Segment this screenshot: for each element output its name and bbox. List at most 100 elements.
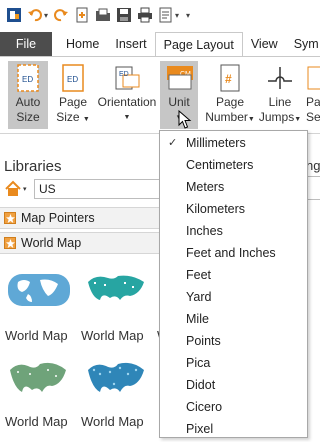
world-map-blue-icon (8, 274, 70, 306)
unit-menu-item-label: Cicero (186, 400, 223, 414)
orientation-button[interactable]: ED Orientation ▼ (96, 61, 158, 129)
partial-ribbon-button[interactable]: Pa Se (306, 61, 320, 129)
ribbon-tabs: File Home Insert Page Layout View Sym (0, 32, 320, 56)
page-number-caret-icon: ▼ (247, 116, 255, 123)
world-map-label-5: World Map (81, 414, 144, 429)
unit-menu-item-label: Didot (186, 378, 216, 392)
tab-page-layout[interactable]: Page Layout (154, 32, 243, 56)
partial-ribbon-icon (306, 63, 320, 93)
print-icon[interactable] (137, 7, 153, 23)
checkmark-icon: ✓ (168, 137, 178, 149)
unit-menu-item-label: Pixel (186, 422, 214, 436)
export-icon[interactable] (158, 7, 174, 23)
page-size-icon-text: ED (67, 75, 78, 84)
world-map-label-4: World Map (5, 414, 68, 429)
unit-menu-item-cicero[interactable]: Cicero (160, 396, 307, 418)
tab-symbol[interactable]: Sym (286, 32, 319, 56)
unit-menu-item-pica[interactable]: Pica (160, 352, 307, 374)
world-map-shape-1[interactable] (6, 270, 78, 330)
unit-menu-item-label: Mile (186, 312, 209, 326)
right-panel-label-partial: ng (306, 158, 320, 173)
tab-view[interactable]: View (243, 32, 286, 56)
world-map-label-2: World Map (81, 328, 144, 343)
world-map-label-1: World Map (5, 328, 68, 343)
unit-menu-item-didot[interactable]: Didot (160, 374, 307, 396)
unit-dropdown-menu: ✓ Millimeters Centimeters Meters Kilometers I… (159, 130, 308, 438)
partial-ribbon-label-1: Pa (306, 95, 320, 109)
unit-menu-item-feet[interactable]: Feet (160, 264, 307, 286)
page-size-caret-icon: ▼ (82, 116, 90, 123)
unit-menu-item-meters[interactable]: Meters (160, 176, 307, 198)
ruler-icon: CM (165, 63, 193, 93)
library-home-button[interactable]: ▾ (4, 178, 27, 200)
line-jumps-icon (266, 63, 294, 93)
tab-file[interactable]: File (0, 32, 52, 56)
unit-menu-item-label: Inches (186, 224, 223, 238)
unit-menu-item-mile[interactable]: Mile (160, 308, 307, 330)
page-number-button[interactable]: # Page Number▼ (205, 61, 255, 129)
unit-menu-item-label: Kilometers (186, 202, 246, 216)
ribbon-panel: ED Auto Size ED Page Size ▼ ED Orientati… (0, 56, 320, 134)
page-number-label-1: Page (215, 95, 245, 109)
line-jumps-label-1: Line (268, 95, 292, 109)
library-row-world-map[interactable]: World Map (0, 232, 160, 254)
customize-toolbar-icon[interactable]: ▾ (186, 11, 190, 20)
tab-home[interactable]: Home (58, 32, 107, 56)
world-map-dotted-icon (88, 362, 144, 392)
redo-icon[interactable] (53, 7, 69, 23)
unit-menu-item-kilometers[interactable]: Kilometers (160, 198, 307, 220)
unit-label: Unit (168, 95, 190, 109)
save-icon[interactable] (116, 7, 132, 23)
world-map-green-icon (10, 362, 66, 392)
orientation-label: Orientation (97, 95, 157, 109)
undo-dropdown-icon[interactable]: ▾ (44, 11, 48, 20)
orientation-caret-icon: ▼ (123, 114, 131, 121)
export-dropdown-icon[interactable]: ▾ (175, 11, 179, 20)
line-jumps-caret-icon: ▼ (294, 116, 302, 123)
library-row-label: World Map (21, 236, 82, 250)
unit-menu-item-pixel[interactable]: Pixel (160, 418, 307, 440)
world-map-shape-4[interactable] (84, 356, 156, 416)
unit-menu-item-label: Yard (186, 290, 212, 304)
unit-menu-item-points[interactable]: Points (160, 330, 307, 352)
auto-size-button[interactable]: ED Auto Size (8, 61, 48, 129)
page-number-icon-text: # (225, 72, 232, 86)
open-folder-icon[interactable] (95, 7, 111, 23)
quick-access-toolbar: ▾ ▾ ▾ (0, 0, 320, 30)
page-number-label-2: Number▼ (205, 110, 255, 124)
page-size-label-2: Size ▼ (56, 110, 90, 124)
app-logo-icon (6, 7, 22, 23)
line-jumps-button[interactable]: Line Jumps▼ (258, 61, 302, 129)
page-size-icon: ED (59, 63, 87, 93)
unit-menu-item-label: Pica (186, 356, 211, 370)
world-map-shape-3[interactable] (6, 356, 78, 416)
auto-size-icon: ED (14, 63, 42, 93)
star-icon[interactable] (4, 237, 16, 249)
unit-menu-item-label: Feet and Inches (186, 246, 276, 260)
line-jumps-label-2: Jumps▼ (258, 110, 302, 124)
libraries-title: Libraries (4, 158, 62, 175)
home-dropdown-icon[interactable]: ▾ (23, 185, 27, 193)
undo-icon[interactable] (27, 7, 43, 23)
unit-menu-item-yard[interactable]: Yard (160, 286, 307, 308)
library-search-input[interactable]: US (34, 179, 160, 199)
mouse-cursor-icon (178, 110, 192, 129)
unit-menu-item-centimeters[interactable]: Centimeters (160, 154, 307, 176)
home-icon[interactable] (4, 180, 22, 198)
auto-size-icon-text: ED (22, 75, 33, 84)
tab-insert[interactable]: Insert (107, 32, 154, 56)
page-size-button[interactable]: ED Page Size ▼ (54, 61, 92, 129)
new-file-icon[interactable] (74, 7, 90, 23)
star-icon[interactable] (4, 212, 16, 224)
unit-menu-item-inches[interactable]: Inches (160, 220, 307, 242)
orientation-icon-text: ED (119, 71, 129, 78)
world-map-shape-2[interactable] (84, 270, 156, 330)
world-map-teal-icon (88, 275, 144, 300)
auto-size-label-1: Auto (15, 95, 41, 109)
unit-menu-item-millimeters[interactable]: ✓ Millimeters (160, 132, 307, 154)
unit-menu-item-label: Millimeters (186, 136, 246, 150)
unit-menu-item-label: Centimeters (186, 158, 254, 172)
page-number-icon: # (216, 63, 244, 93)
library-row-map-pointers[interactable]: Map Pointers (0, 207, 160, 229)
unit-menu-item-feet-and-inches[interactable]: Feet and Inches (160, 242, 307, 264)
